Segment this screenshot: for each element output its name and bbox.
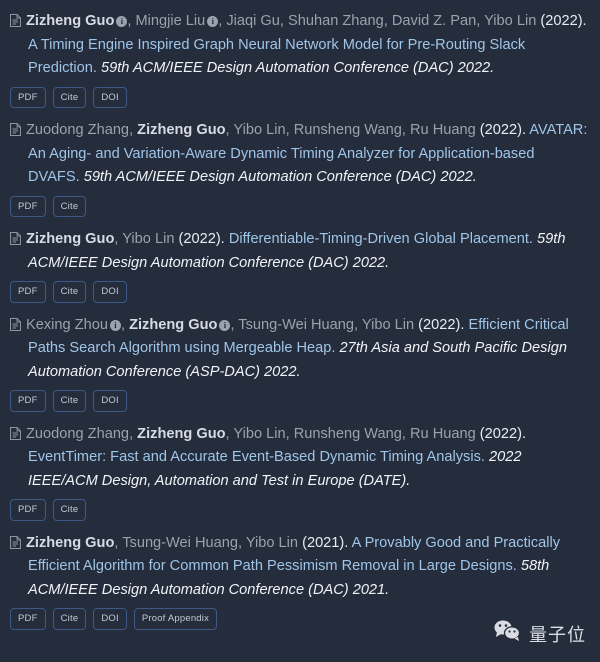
publication-year: (2022). [479, 122, 527, 138]
publication-year: (2021). [302, 534, 349, 551]
cite-button[interactable]: Cite [52, 499, 87, 521]
author-separator: , [383, 13, 392, 29]
author-name-highlighted: Zizheng Guo [26, 231, 115, 247]
info-icon[interactable]: i [207, 16, 219, 27]
author-name: Mingjie Liu [135, 13, 206, 29]
publication-entry: Kexing Zhou i, Zizheng Guo i, Tsung-Wei Hu… [10, 308, 590, 417]
info-icon[interactable]: i [109, 319, 121, 331]
publication-list-page: Zizheng Guo i, Mingjie Liu i, Jiaqi Gu, Sh… [0, 0, 600, 662]
publication-entry: Zuodong Zhang, Zizheng Guo, Yibo Lin, Ru… [10, 417, 590, 526]
author-name-highlighted: Zizheng Guo [26, 534, 115, 551]
publication-citation: Zizheng Guo, Tsung-Wei Huang, Yibo Lin (… [10, 532, 590, 603]
publication-title-link[interactable]: Differentiable-Timing-Driven Global Plac… [229, 231, 533, 247]
author-separator: , [120, 316, 130, 333]
author-separator: , [129, 122, 138, 138]
publication-year: (2022). [178, 231, 225, 247]
author-separator: , [354, 316, 362, 333]
doi-button[interactable]: DOI [93, 281, 127, 303]
author-name: Yibo Lin [122, 231, 175, 247]
cite-button[interactable]: Cite [52, 86, 87, 108]
document-icon [10, 317, 21, 331]
publication-entry: Zizheng Guo, Yibo Lin (2022). Differenti… [10, 222, 590, 308]
author-separator: , [401, 425, 410, 442]
author-name: Tsung-Wei Huang [238, 316, 355, 333]
author-name: Ru Huang [410, 122, 476, 138]
author-separator: , [237, 534, 246, 551]
doi-button[interactable]: DOI [93, 390, 127, 412]
pdf-button[interactable]: PDF [10, 390, 46, 412]
author-name: David Z. Pan [391, 13, 477, 29]
author-name: Ru Huang [410, 425, 476, 442]
proof-appendix-button[interactable]: Proof Appendix [133, 608, 218, 630]
publication-action-row: PDF Cite DOI [10, 390, 590, 412]
publication-action-row: PDF Cite DOI Proof Appendix [10, 608, 590, 630]
cite-button[interactable]: Cite [52, 281, 87, 303]
author-name-highlighted: Zizheng Guo [26, 13, 115, 29]
publication-action-row: PDF Cite DOI [10, 86, 590, 108]
author-name-highlighted: Zizheng Guo [129, 316, 218, 333]
doi-button[interactable]: DOI [93, 608, 127, 630]
pdf-button[interactable]: PDF [10, 86, 46, 108]
publication-citation: Kexing Zhou i, Zizheng Guo i, Tsung-Wei Hu… [10, 314, 590, 385]
author-separator: , [476, 13, 485, 29]
pdf-button[interactable]: PDF [10, 499, 46, 521]
pdf-button[interactable]: PDF [10, 281, 46, 303]
author-name-highlighted: Zizheng Guo [137, 122, 226, 138]
publication-action-row: PDF Cite [10, 499, 590, 521]
author-name: Zuodong Zhang [26, 122, 130, 138]
author-name: Kexing Zhou [26, 316, 108, 333]
publication-citation: Zuodong Zhang, Zizheng Guo, Yibo Lin, Ru… [10, 423, 590, 494]
author-separator: , [129, 425, 138, 442]
cite-button[interactable]: Cite [52, 390, 87, 412]
publication-year: (2022). [479, 425, 527, 442]
publication-year: (2022). [540, 13, 587, 29]
author-name: Tsung-Wei Huang [122, 534, 238, 551]
author-name-highlighted: Zizheng Guo [137, 425, 226, 442]
publication-list: Zizheng Guo i, Mingjie Liu i, Jiaqi Gu, Sh… [10, 4, 590, 635]
publication-citation: Zizheng Guo i, Mingjie Liu i, Jiaqi Gu, Sh… [10, 10, 590, 81]
document-icon [10, 426, 21, 440]
publication-venue: 59th ACM/IEEE Design Automation Conferen… [101, 60, 495, 76]
publication-action-row: PDF Cite DOI [10, 281, 590, 303]
author-name: Yibo Lin [245, 534, 299, 551]
author-name: Yibo Lin [233, 425, 286, 442]
document-icon [10, 123, 21, 136]
document-icon [10, 14, 21, 27]
document-icon [10, 232, 21, 245]
publication-title-link[interactable]: EventTimer: Fast and Accurate Event-Base… [28, 449, 485, 465]
author-name: Yibo Lin [361, 316, 415, 333]
publication-action-row: PDF Cite [10, 195, 590, 217]
document-icon [10, 535, 21, 549]
publication-entry: Zizheng Guo i, Mingjie Liu i, Jiaqi Gu, Sh… [10, 4, 590, 113]
publication-venue: 59th ACM/IEEE Design Automation Conferen… [83, 169, 477, 185]
author-separator: , [279, 13, 289, 29]
cite-button[interactable]: Cite [52, 195, 87, 217]
author-separator: , [285, 425, 294, 442]
author-name: Runsheng Wang [293, 425, 402, 442]
author-name: Zuodong Zhang [26, 425, 130, 442]
publication-entry: Zuodong Zhang, Zizheng Guo, Yibo Lin, Ru… [10, 113, 590, 222]
author-name: Yibo Lin [484, 13, 537, 29]
pdf-button[interactable]: PDF [10, 195, 46, 217]
author-name: Yibo Lin [233, 122, 286, 138]
doi-button[interactable]: DOI [93, 86, 127, 108]
author-name: Jiaqi Gu [226, 13, 280, 29]
publication-citation: Zizheng Guo, Yibo Lin (2022). Differenti… [10, 228, 590, 275]
cite-button[interactable]: Cite [52, 608, 87, 630]
author-separator: , [285, 122, 294, 138]
author-name: Runsheng Wang [293, 122, 402, 138]
info-icon[interactable]: i [116, 16, 128, 27]
pdf-button[interactable]: PDF [10, 608, 46, 630]
publication-year: (2022). [418, 316, 465, 333]
publication-citation: Zuodong Zhang, Zizheng Guo, Yibo Lin, Ru… [10, 119, 590, 190]
author-name: Shuhan Zhang [288, 13, 384, 29]
info-icon[interactable]: i [219, 319, 231, 331]
author-separator: , [401, 122, 410, 138]
publication-entry: Zizheng Guo, Tsung-Wei Huang, Yibo Lin (… [10, 526, 590, 635]
